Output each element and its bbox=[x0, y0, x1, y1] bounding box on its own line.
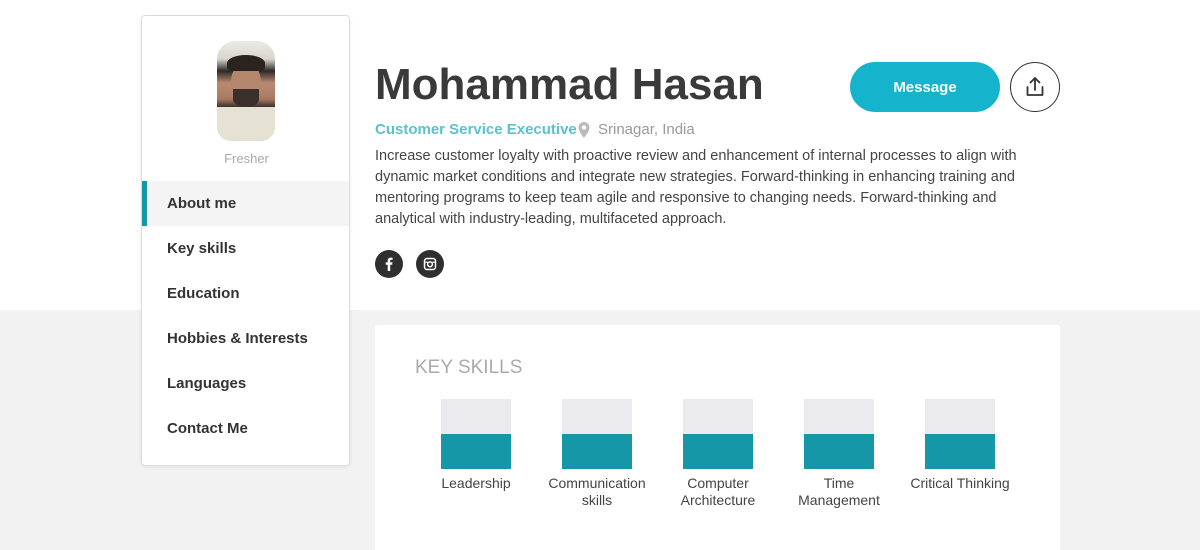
sidebar-item-education[interactable]: Education bbox=[142, 271, 349, 316]
sidebar-item-key-skills[interactable]: Key skills bbox=[142, 226, 349, 271]
avatar bbox=[217, 41, 275, 141]
skill-level-bar bbox=[804, 399, 874, 469]
skill-level-fill bbox=[441, 434, 511, 469]
sidebar-item-contact[interactable]: Contact Me bbox=[142, 406, 349, 451]
share-button[interactable] bbox=[1010, 62, 1060, 112]
skill-level-fill bbox=[804, 434, 874, 469]
skill-label: Critical Thinking bbox=[910, 475, 1010, 491]
experience-status: Fresher bbox=[224, 151, 269, 166]
skill-label: Time Management bbox=[798, 475, 880, 508]
profile-name: Mohammad Hasan bbox=[375, 60, 764, 109]
share-upload-icon bbox=[1026, 77, 1044, 96]
skill-label: Leadership bbox=[441, 475, 511, 491]
key-skills-card: KEY SKILLS Leadership Communication skil… bbox=[375, 325, 1060, 550]
profile-bio: Increase customer loyalty with proactive… bbox=[375, 148, 1017, 227]
skill-item: Critical Thinking bbox=[905, 399, 1015, 492]
skill-level-fill bbox=[683, 434, 753, 469]
skill-item: Communication skills bbox=[542, 399, 652, 509]
profile-location: Srinagar, India bbox=[577, 121, 695, 138]
facebook-icon[interactable] bbox=[375, 250, 403, 278]
profile-sidebar: Fresher About me Key skills Education Ho… bbox=[141, 15, 350, 466]
profile-role: Customer Service Executive bbox=[375, 121, 577, 138]
skill-item: Leadership bbox=[421, 399, 531, 492]
skill-item: Computer Architecture bbox=[663, 399, 773, 509]
skill-level-bar bbox=[925, 399, 995, 469]
sidebar-nav: About me Key skills Education Hobbies & … bbox=[142, 181, 349, 451]
skill-label: Communication skills bbox=[548, 475, 646, 508]
social-links bbox=[375, 250, 457, 278]
skill-level-bar bbox=[683, 399, 753, 469]
skill-level-fill bbox=[562, 434, 632, 469]
location-pin-icon bbox=[578, 121, 590, 138]
skill-item: Time Management bbox=[784, 399, 894, 509]
instagram-icon[interactable] bbox=[416, 250, 444, 278]
skill-level-bar bbox=[562, 399, 632, 469]
sidebar-item-hobbies[interactable]: Hobbies & Interests bbox=[142, 316, 349, 361]
sidebar-item-languages[interactable]: Languages bbox=[142, 361, 349, 406]
skill-label: Computer Architecture bbox=[680, 475, 756, 508]
skill-level-fill bbox=[925, 434, 995, 469]
key-skills-title: KEY SKILLS bbox=[415, 357, 523, 378]
skill-level-bar bbox=[441, 399, 511, 469]
location-text: Srinagar, India bbox=[598, 121, 695, 138]
sidebar-item-about-me[interactable]: About me bbox=[142, 181, 349, 226]
message-button[interactable]: Message bbox=[850, 62, 1000, 112]
